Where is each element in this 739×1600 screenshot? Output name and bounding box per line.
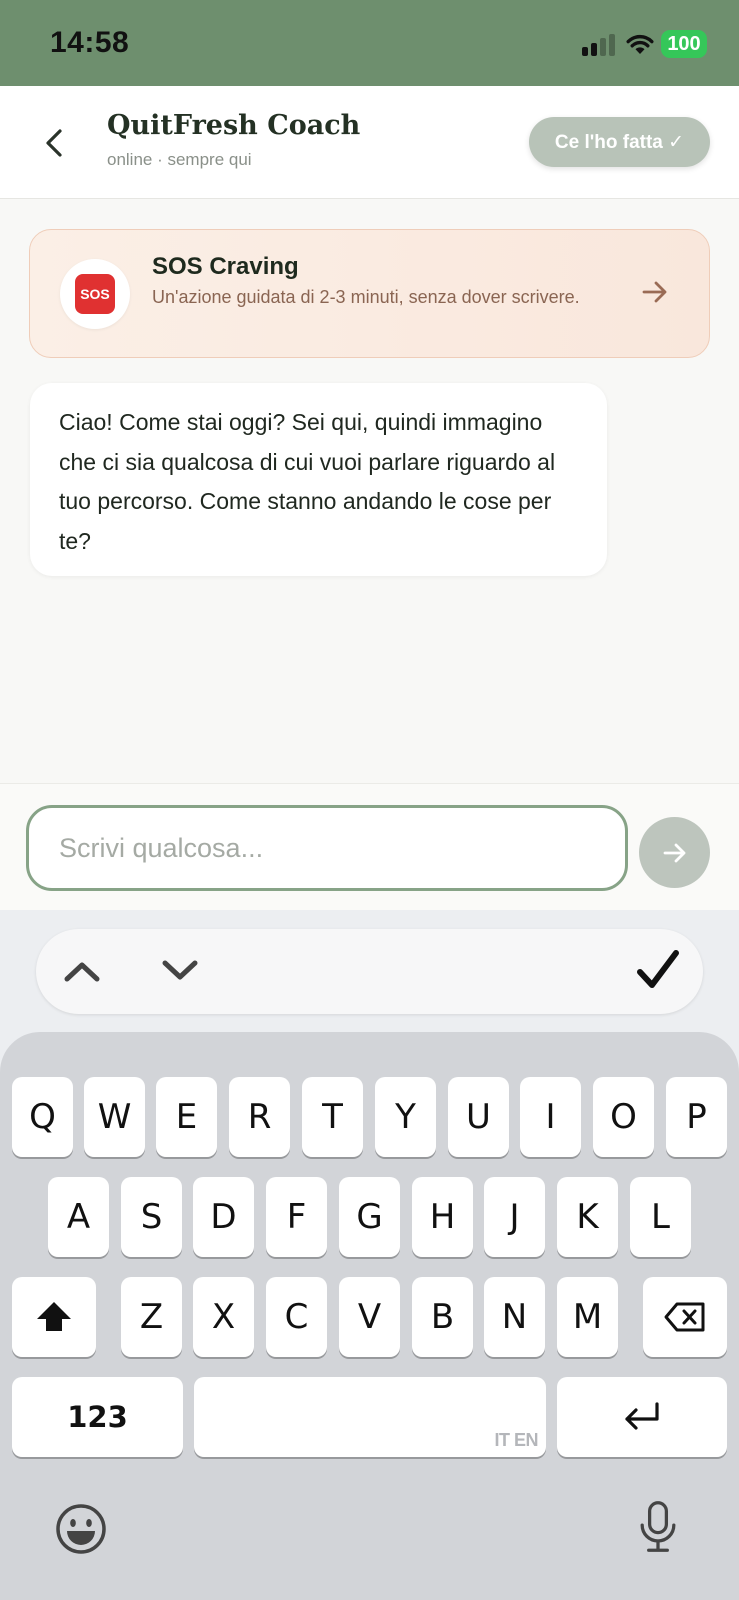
emoji-icon[interactable] [54, 1502, 108, 1556]
key-s[interactable]: S [121, 1177, 182, 1257]
key-g[interactable]: G [339, 1177, 400, 1257]
message-composer [0, 783, 739, 910]
sos-icon-container: SOS [60, 259, 130, 329]
backspace-key[interactable] [643, 1277, 727, 1357]
backspace-icon [664, 1302, 705, 1332]
message-input[interactable] [26, 805, 628, 891]
send-button[interactable] [639, 817, 710, 888]
message-text: Ciao! Come stai oggi? Sei qui, quindi im… [59, 409, 556, 554]
chat-title: QuitFresh Coach [107, 110, 361, 141]
key-i[interactable]: I [520, 1077, 581, 1157]
sos-icon: SOS [75, 274, 115, 314]
key-k[interactable]: K [557, 1177, 618, 1257]
keyboard-language-label: IT EN [494, 1430, 538, 1450]
keyboard: Q W E R T Y U I O P A S D F G H J K L Z … [0, 1032, 739, 1600]
back-chevron-icon[interactable] [40, 126, 70, 160]
send-arrow-icon [663, 843, 685, 862]
shift-key[interactable] [12, 1277, 96, 1357]
wifi-icon [626, 34, 654, 54]
keyboard-accessory-bar [36, 929, 703, 1014]
key-y[interactable]: Y [375, 1077, 436, 1157]
battery-indicator: 100 [661, 30, 707, 58]
space-key[interactable]: IT EN [194, 1377, 546, 1457]
key-u[interactable]: U [448, 1077, 509, 1157]
key-v[interactable]: V [339, 1277, 400, 1357]
key-w[interactable]: W [84, 1077, 145, 1157]
key-f[interactable]: F [266, 1177, 327, 1257]
key-a[interactable]: A [48, 1177, 109, 1257]
key-c[interactable]: C [266, 1277, 327, 1357]
key-e[interactable]: E [156, 1077, 217, 1157]
key-p[interactable]: P [666, 1077, 727, 1157]
sos-description: Un'azione guidata di 2-3 minuti, senza d… [152, 287, 580, 307]
key-x[interactable]: X [193, 1277, 254, 1357]
chat-header: QuitFresh Coach online · sempre qui Ce l… [0, 86, 739, 199]
coach-message-bubble: Ciao! Come stai oggi? Sei qui, quindi im… [30, 383, 607, 576]
arrow-right-icon [642, 281, 667, 303]
status-bar: 14:58 100 [0, 0, 739, 86]
key-b[interactable]: B [412, 1277, 473, 1357]
keyboard-area: Q W E R T Y U I O P A S D F G H J K L Z … [0, 910, 739, 1600]
key-m[interactable]: M [557, 1277, 618, 1357]
key-q[interactable]: Q [12, 1077, 73, 1157]
microphone-icon[interactable] [631, 1500, 685, 1554]
key-d[interactable]: D [193, 1177, 254, 1257]
status-time: 14:58 [50, 26, 130, 59]
key-j[interactable]: J [484, 1177, 545, 1257]
shift-arrow-icon [37, 1302, 71, 1331]
sos-title: SOS Craving [152, 253, 299, 280]
next-field-chevron-down-icon[interactable] [160, 953, 200, 989]
signal-icon [582, 34, 616, 56]
key-l[interactable]: L [630, 1177, 691, 1257]
done-checkmark-icon[interactable] [636, 947, 680, 995]
done-button[interactable]: Ce l'ho fatta ✓ [529, 117, 710, 167]
key-o[interactable]: O [593, 1077, 654, 1157]
return-key[interactable] [557, 1377, 727, 1457]
previous-field-chevron-up-icon[interactable] [62, 953, 102, 989]
key-t[interactable]: T [302, 1077, 363, 1157]
numbers-key[interactable]: 123 [12, 1377, 183, 1457]
sos-craving-card[interactable]: SOS SOS Craving Un'azione guidata di 2-3… [29, 229, 710, 358]
key-r[interactable]: R [229, 1077, 290, 1157]
key-z[interactable]: Z [121, 1277, 182, 1357]
key-n[interactable]: N [484, 1277, 545, 1357]
chat-subtitle: online · sempre qui [107, 150, 252, 169]
key-h[interactable]: H [412, 1177, 473, 1257]
return-arrow-icon [625, 1402, 659, 1430]
